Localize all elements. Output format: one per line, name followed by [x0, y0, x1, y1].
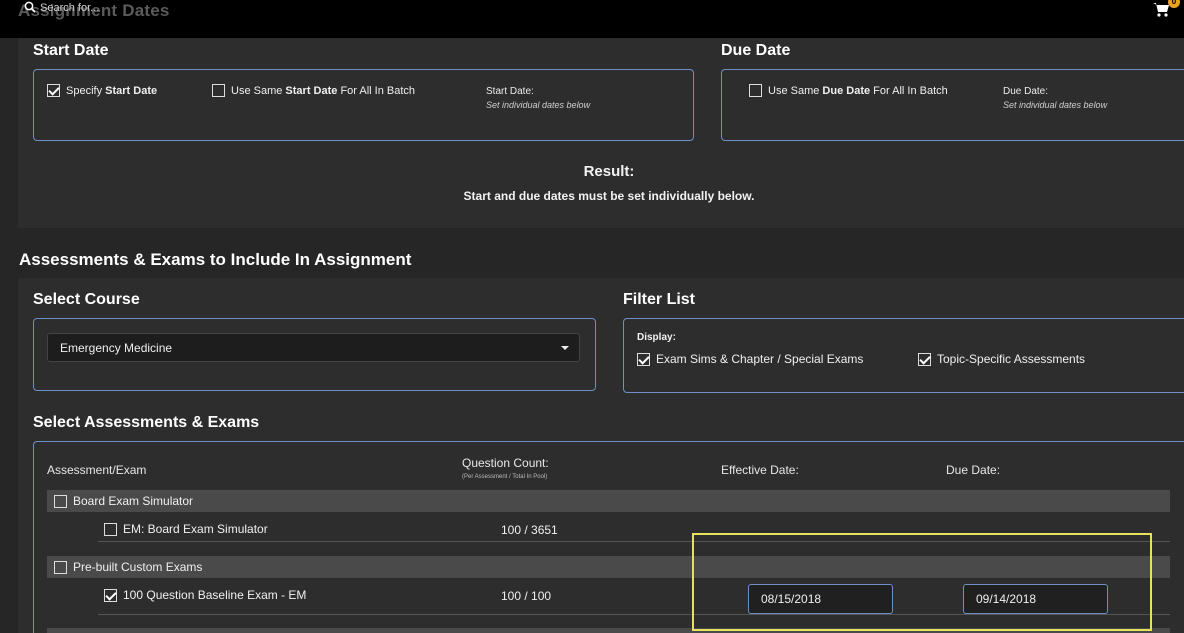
- item-label: 100 Question Baseline Exam - EM: [123, 588, 307, 602]
- column-header-assessment: Assessment/Exam: [47, 463, 147, 477]
- specify-bold: Start Date: [105, 84, 158, 97]
- same-start-date-checkbox[interactable]: [212, 84, 225, 97]
- group-label: Pre-built Custom Exams: [73, 560, 203, 574]
- item-label: EM: Board Exam Simulator: [123, 522, 268, 536]
- due-date-note: Set individual dates below: [1003, 100, 1108, 110]
- due-date-input[interactable]: [963, 584, 1108, 614]
- specify-start-date-option[interactable]: Specify Start Date: [47, 84, 157, 97]
- column-header-question-count: Question Count:: [462, 456, 549, 470]
- same-start-prefix: Use Same: [231, 84, 286, 97]
- same-start-bold: Start Date: [285, 84, 338, 97]
- filter-option-exam-sims[interactable]: Exam Sims & Chapter / Special Exams: [637, 352, 863, 366]
- result-text: Start and due dates must be set individu…: [463, 189, 755, 203]
- same-due-date-label: Use Same Due Date For All In Batch: [768, 85, 948, 97]
- filter-exam-sims-label: Exam Sims & Chapter / Special Exams: [656, 352, 864, 366]
- group-checkbox[interactable]: [54, 560, 67, 574]
- filter-list-heading: Filter List: [623, 291, 696, 308]
- result-title: Result:: [583, 163, 635, 180]
- select-assessments-heading: Select Assessments & Exams: [33, 414, 260, 431]
- same-start-date-option[interactable]: Use Same Start Date For All In Batch: [212, 84, 415, 97]
- group-label: Board Exam Simulator: [73, 494, 194, 508]
- start-date-note: Set individual dates below: [486, 100, 591, 110]
- specify-start-date-label: Specify Start Date: [66, 85, 157, 97]
- same-due-bold: Due Date: [822, 84, 871, 97]
- item-checkbox[interactable]: [104, 522, 117, 536]
- start-date-label: Start Date:: [486, 86, 534, 97]
- chevron-down-icon: [561, 346, 569, 350]
- column-header-due-date: Due Date:: [946, 463, 1001, 477]
- effective-date-input[interactable]: [748, 584, 893, 614]
- select-course-heading: Select Course: [33, 291, 140, 308]
- specify-prefix: Specify: [66, 84, 106, 97]
- group-checkbox[interactable]: [54, 494, 67, 508]
- table-row[interactable]: EM: Board Exam Simulator 100 / 3651: [98, 516, 1170, 542]
- same-start-date-label: Use Same Start Date For All In Batch: [231, 85, 415, 97]
- same-due-prefix: Use Same: [768, 84, 823, 97]
- filter-exam-sims-checkbox[interactable]: [637, 352, 650, 366]
- group-row-pre-built-custom-exams[interactable]: Pre-built Custom Exams: [47, 556, 1170, 578]
- filter-topic-specific-checkbox[interactable]: [918, 352, 931, 366]
- due-date-box: [721, 69, 1184, 141]
- display-label: Display:: [637, 332, 676, 343]
- item-checkbox[interactable]: [104, 588, 117, 602]
- same-due-date-option[interactable]: Use Same Due Date For All In Batch: [749, 84, 948, 97]
- start-date-heading: Start Date: [33, 42, 109, 59]
- specify-start-date-checkbox[interactable]: [47, 84, 60, 97]
- item-label-wrap: EM: Board Exam Simulator: [104, 522, 268, 536]
- course-select[interactable]: Emergency Medicine: [47, 333, 580, 362]
- cart-badge: 0: [1168, 0, 1180, 8]
- search-icon[interactable]: [24, 1, 36, 13]
- due-date-label: Due Date:: [1003, 86, 1049, 97]
- next-group-row: [47, 628, 1170, 633]
- question-count: 100 / 3651: [501, 523, 558, 537]
- item-label-wrap: 100 Question Baseline Exam - EM: [104, 588, 306, 602]
- start-date-box: [33, 69, 694, 141]
- due-date-heading: Due Date: [721, 42, 791, 59]
- group-row-board-exam-simulator[interactable]: Board Exam Simulator: [47, 490, 1170, 512]
- same-due-suffix: For All In Batch: [870, 84, 948, 97]
- question-count: 100 / 100: [501, 589, 552, 603]
- same-start-suffix: For All In Batch: [337, 84, 416, 97]
- search-input[interactable]: [40, 0, 200, 16]
- column-header-question-count-sub: (Per Assessment / Total In Pool): [462, 474, 548, 480]
- filter-topic-specific-label: Topic-Specific Assessments: [937, 352, 1086, 366]
- top-bar: Assignment Dates 0: [0, 0, 1184, 38]
- same-due-date-checkbox[interactable]: [749, 84, 762, 97]
- course-select-value: Emergency Medicine: [60, 341, 173, 355]
- filter-option-topic-specific[interactable]: Topic-Specific Assessments: [918, 352, 1085, 366]
- assessments-heading: Assessments & Exams to Include In Assign…: [19, 250, 412, 269]
- column-header-effective-date: Effective Date:: [721, 463, 799, 477]
